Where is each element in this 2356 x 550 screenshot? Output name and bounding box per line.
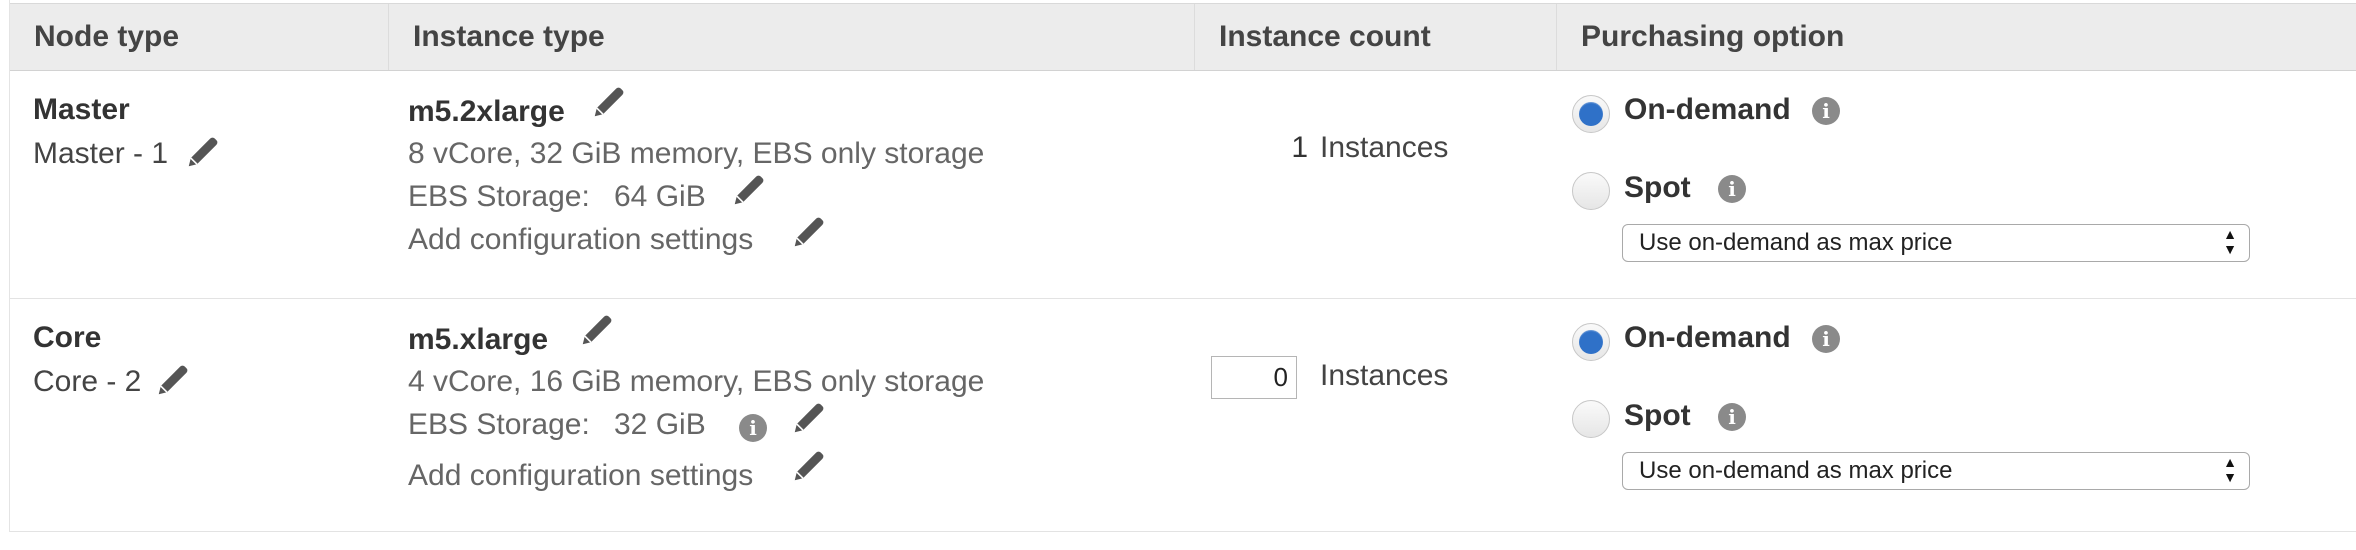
instance-type-name: m5.2xlarge bbox=[408, 95, 565, 128]
pencil-icon[interactable] bbox=[730, 171, 768, 209]
add-configuration-link[interactable]: Add configuration settings bbox=[408, 459, 753, 493]
node-label: Core - 2 bbox=[33, 365, 142, 398]
ebs-storage-value: 32 GiB bbox=[614, 408, 706, 441]
spot-label: Spot bbox=[1624, 171, 1691, 204]
instances-label: Instances bbox=[1320, 131, 1449, 164]
header-purchasing-option: Purchasing option bbox=[1556, 4, 2356, 70]
node-title: Core bbox=[33, 321, 102, 354]
pencil-icon[interactable] bbox=[590, 83, 628, 121]
info-icon[interactable]: i bbox=[739, 414, 767, 442]
add-configuration-link[interactable]: Add configuration settings bbox=[408, 223, 753, 257]
table-header: Node type Instance type Instance count P… bbox=[10, 3, 2356, 71]
instance-spec: 8 vCore, 32 GiB memory, EBS only storage bbox=[408, 137, 985, 170]
info-icon[interactable]: i bbox=[1718, 403, 1746, 431]
pencil-icon[interactable] bbox=[578, 311, 616, 349]
ebs-storage-value: 64 GiB bbox=[614, 180, 706, 213]
info-icon[interactable]: i bbox=[1812, 97, 1840, 125]
node-label: Master - 1 bbox=[33, 137, 169, 170]
on-demand-radio[interactable] bbox=[1572, 95, 1610, 133]
instance-count-value: 1 bbox=[1291, 131, 1308, 164]
node-title: Master bbox=[33, 93, 130, 126]
instance-type-name: m5.xlarge bbox=[408, 323, 549, 356]
on-demand-radio[interactable] bbox=[1572, 323, 1610, 361]
table-row-master: Master Master - 1 m5.2xlarge 8 vCore, 32… bbox=[10, 71, 2356, 299]
pencil-icon[interactable] bbox=[184, 133, 222, 171]
max-price-select-value: Use on-demand as max price bbox=[1639, 457, 1953, 484]
pencil-icon[interactable] bbox=[790, 399, 828, 437]
info-icon[interactable]: i bbox=[1812, 325, 1840, 353]
instance-count-input[interactable]: 0 bbox=[1211, 356, 1297, 399]
instances-label: Instances bbox=[1320, 359, 1449, 392]
spot-radio[interactable] bbox=[1572, 400, 1610, 438]
up-down-arrows-icon: ▲ ▼ bbox=[2223, 454, 2237, 485]
node-config-table: Node type Instance type Instance count P… bbox=[9, 0, 2356, 532]
max-price-select-value: Use on-demand as max price bbox=[1639, 229, 1953, 256]
spot-radio[interactable] bbox=[1572, 172, 1610, 210]
pencil-icon[interactable] bbox=[790, 213, 828, 251]
ebs-storage-label: EBS Storage: bbox=[408, 408, 590, 441]
max-price-select[interactable]: Use on-demand as max price ▲ ▼ bbox=[1622, 452, 2250, 490]
on-demand-label: On-demand bbox=[1624, 93, 1791, 126]
header-instance-type: Instance type bbox=[388, 4, 1194, 70]
pencil-icon[interactable] bbox=[154, 361, 192, 399]
spot-label: Spot bbox=[1624, 399, 1691, 432]
on-demand-label: On-demand bbox=[1624, 321, 1791, 354]
ebs-storage-label: EBS Storage: bbox=[408, 180, 590, 213]
info-icon[interactable]: i bbox=[1718, 175, 1746, 203]
header-instance-count: Instance count bbox=[1194, 4, 1556, 70]
header-node-type: Node type bbox=[34, 20, 180, 53]
max-price-select[interactable]: Use on-demand as max price ▲ ▼ bbox=[1622, 224, 2250, 262]
table-row-core: Core Core - 2 m5.xlarge 4 vCore, 16 GiB … bbox=[10, 299, 2356, 532]
up-down-arrows-icon: ▲ ▼ bbox=[2223, 226, 2237, 257]
instance-spec: 4 vCore, 16 GiB memory, EBS only storage bbox=[408, 365, 985, 398]
pencil-icon[interactable] bbox=[790, 447, 828, 485]
